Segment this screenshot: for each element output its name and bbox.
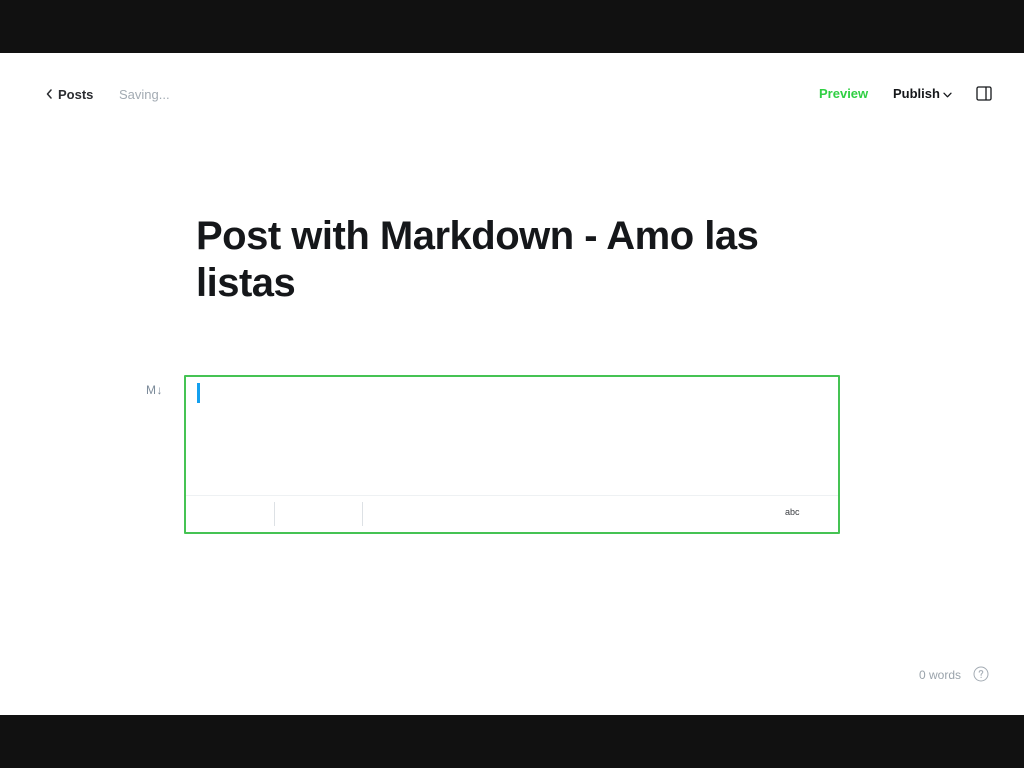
chevron-left-icon — [46, 89, 52, 99]
preview-button[interactable]: Preview — [819, 86, 868, 101]
editor-viewport: Posts Saving... Preview Publish Post wit… — [0, 53, 1024, 715]
post-title[interactable]: Post with Markdown - Amo las listas — [196, 213, 836, 307]
save-status: Saving... — [119, 87, 170, 102]
back-link-label: Posts — [58, 86, 94, 102]
markdown-input[interactable] — [186, 377, 838, 495]
sidebar-panel-icon[interactable] — [976, 86, 994, 102]
markdown-statusbar: abc — [186, 495, 838, 533]
editor-header: Posts Saving... Preview Publish — [0, 53, 1024, 135]
statusbar-divider — [274, 502, 275, 526]
text-cursor — [197, 383, 200, 403]
spellcheck-toggle[interactable]: abc — [785, 507, 800, 517]
word-count: 0 words — [919, 668, 962, 682]
question-circle-icon[interactable] — [973, 666, 989, 682]
publish-label: Publish — [893, 86, 940, 101]
publish-menu-button[interactable]: Publish — [893, 86, 952, 101]
markdown-icon: M↓ — [146, 383, 163, 397]
chevron-down-icon — [943, 86, 952, 101]
markdown-card[interactable]: abc — [184, 375, 840, 534]
statusbar-divider — [362, 502, 363, 526]
back-to-posts-link[interactable]: Posts — [46, 86, 93, 102]
